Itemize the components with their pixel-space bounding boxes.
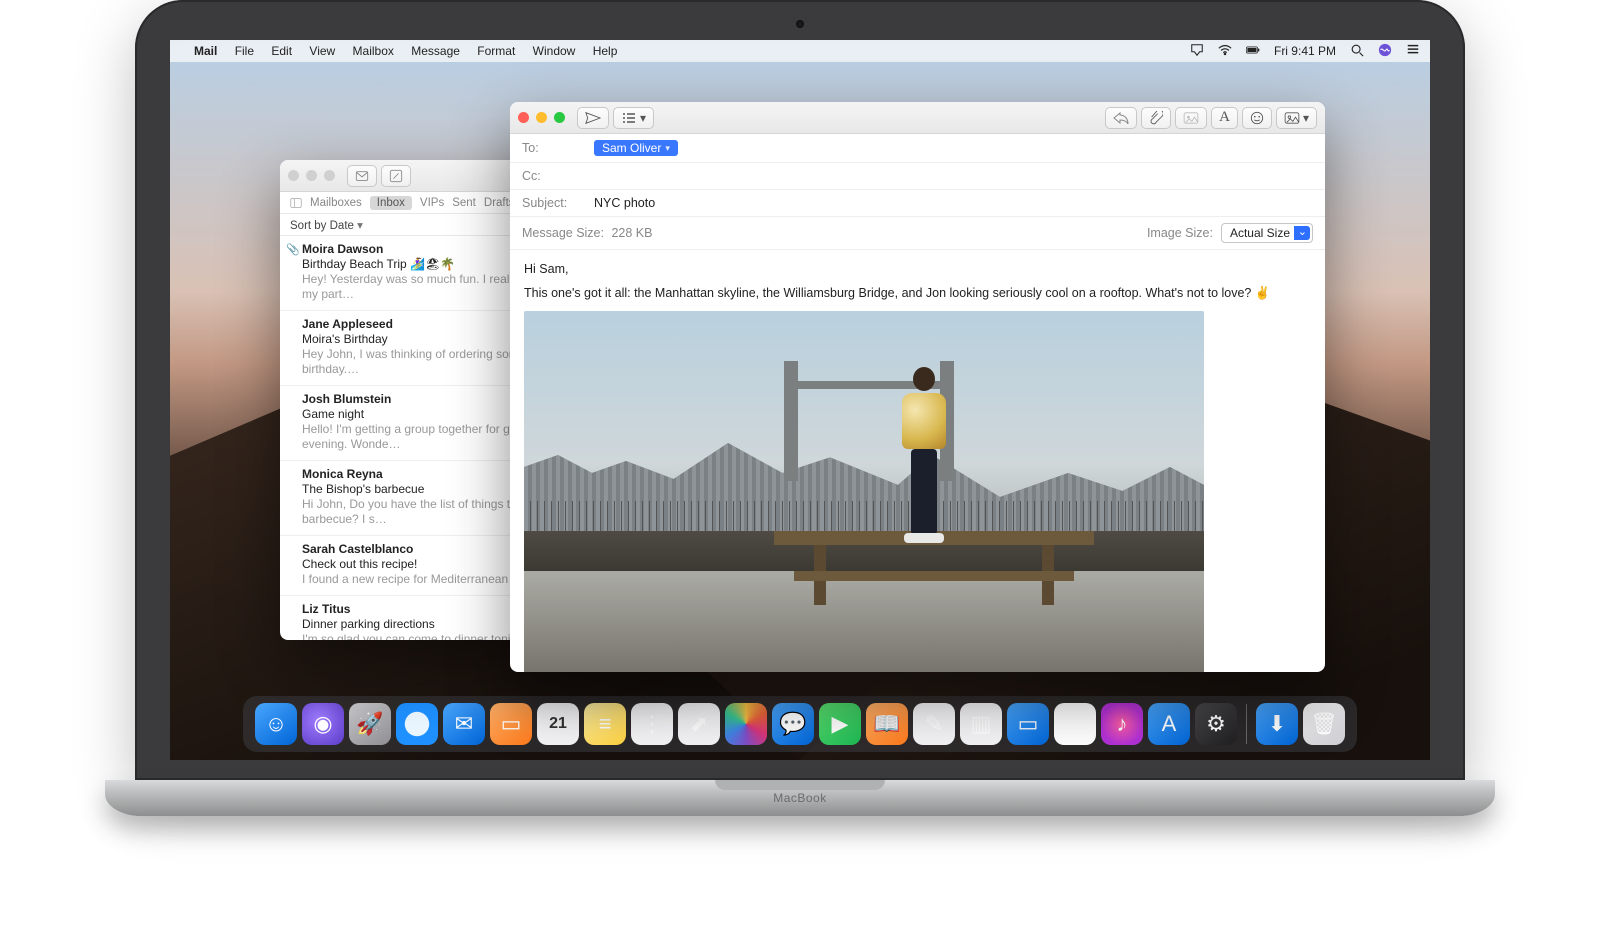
menubar-item[interactable]: Help [593,44,618,58]
compose-window[interactable]: ▾ A ▾ To: Sam Oliver [510,102,1325,672]
desktop[interactable]: Mail File Edit View Mailbox Message Form… [170,40,1430,760]
minimize-button[interactable] [306,170,317,181]
menubar-item[interactable]: Format [477,44,515,58]
dock-ibooks[interactable]: 📖 [866,703,908,745]
spotlight-icon[interactable] [1350,43,1364,60]
dock-downloads[interactable]: ⬇︎ [1256,703,1298,745]
menubar-menus: Mail File Edit View Mailbox Message Form… [194,44,631,58]
photo-railing [524,501,1204,531]
sidebar-toggle-icon[interactable] [290,197,302,209]
photo-browser-button[interactable]: ▾ [1276,107,1317,129]
compose-body[interactable]: Hi Sam, This one's got it all: the Manha… [510,250,1325,672]
attached-photo[interactable] [524,311,1204,672]
size-row: Message Size: 228 KB Image Size: Actual … [510,217,1325,250]
emoji-button[interactable] [1242,107,1272,129]
dock-trash[interactable]: 🗑 [1303,703,1345,745]
sort-dropdown[interactable]: Sort by Date [290,218,363,232]
siri-icon[interactable] [1378,43,1392,60]
dock-contacts[interactable]: ▭ [490,703,532,745]
attachment-icon: 📎 [286,243,300,256]
attach-button[interactable] [1141,107,1171,129]
dock-notes[interactable]: ≡ [584,703,626,745]
menubar-item[interactable]: Window [533,44,576,58]
notification-center-icon[interactable] [1406,43,1420,60]
close-button[interactable] [288,170,299,181]
dock-separator [1246,704,1247,744]
dock-siri[interactable]: ◉ [302,703,344,745]
format-button[interactable]: A [1211,107,1238,129]
menubar-clock[interactable]: Fri 9:41 PM [1274,44,1336,58]
mailbox-tab-vips[interactable]: VIPs [420,197,444,209]
message-size-value: 228 KB [611,226,652,240]
dock-reminders[interactable]: ⋮ [631,703,673,745]
mailboxes-label[interactable]: Mailboxes [310,197,362,209]
dock-safari[interactable] [396,703,438,745]
laptop-frame: Mail File Edit View Mailbox Message Form… [135,0,1465,820]
dock-launchpad[interactable]: 🚀 [349,703,391,745]
laptop-brand: MacBook [773,791,826,805]
subject-value[interactable]: NYC photo [594,196,655,210]
menubar: Mail File Edit View Mailbox Message Form… [170,40,1430,62]
dock: ☺◉🚀✉︎▭21≡⋮⬈💬▶📖✎▥▭N♪A⚙︎⬇︎🗑 [243,696,1357,752]
dock-messages[interactable]: 💬 [772,703,814,745]
image-size-label: Image Size: [1147,226,1213,240]
dock-maps[interactable]: ⬈ [678,703,720,745]
dock-mail[interactable]: ✉︎ [443,703,485,745]
menubar-app[interactable]: Mail [194,44,217,58]
zoom-button[interactable] [324,170,335,181]
body-line: This one's got it all: the Manhattan sky… [524,286,1311,301]
header-fields-button[interactable]: ▾ [613,107,654,129]
reply-button[interactable] [1105,107,1137,129]
subject-row[interactable]: Subject: NYC photo [510,190,1325,217]
image-size-value: Actual Size [1230,226,1290,240]
battery-icon[interactable] [1246,43,1260,60]
dock-itunes[interactable]: ♪ [1101,703,1143,745]
to-label: To: [522,141,584,155]
dock-keynote[interactable]: ▭ [1007,703,1049,745]
compose-button[interactable] [381,165,411,187]
markup-button[interactable] [1175,107,1207,129]
wifi-icon[interactable] [1218,43,1232,60]
image-size-select[interactable]: Actual Size [1221,223,1313,243]
dock-finder[interactable]: ☺ [255,703,297,745]
dock-facetime[interactable]: ▶ [819,703,861,745]
get-mail-button[interactable] [347,165,377,187]
dock-systempreferences[interactable]: ⚙︎ [1195,703,1237,745]
laptop-notch [715,780,885,790]
message-size-label: Message Size: [522,226,604,240]
laptop-base: MacBook [105,780,1495,816]
screen-bezel: Mail File Edit View Mailbox Message Form… [135,0,1465,780]
minimize-button[interactable] [536,112,547,123]
send-button[interactable] [577,107,609,129]
camera-icon [796,20,804,28]
body-greeting: Hi Sam, [524,262,1311,276]
dock-numbers[interactable]: ▥ [960,703,1002,745]
photo-person [894,367,954,547]
dock-photos[interactable] [725,703,767,745]
dock-pages[interactable]: ✎ [913,703,955,745]
dock-news[interactable]: N [1054,703,1096,745]
menubar-item[interactable]: Edit [271,44,292,58]
menubar-item[interactable]: View [309,44,335,58]
to-row[interactable]: To: Sam Oliver [510,134,1325,163]
mailbox-tab-inbox[interactable]: Inbox [370,196,412,210]
recipient-token[interactable]: Sam Oliver [594,140,678,156]
menubar-item[interactable]: Message [411,44,460,58]
menubar-item[interactable]: Mailbox [353,44,394,58]
titlebar[interactable]: ▾ A ▾ [510,102,1325,134]
zoom-button[interactable] [554,112,565,123]
mailbox-tab-sent[interactable]: Sent [452,197,476,209]
close-button[interactable] [518,112,529,123]
cc-row[interactable]: Cc: [510,163,1325,190]
dock-calendar[interactable]: 21 [537,703,579,745]
menubar-item[interactable]: File [235,44,254,58]
airplay-icon[interactable] [1190,43,1204,60]
traffic-lights [518,112,565,123]
traffic-lights [288,170,335,181]
dock-appstore[interactable]: A [1148,703,1190,745]
cc-label: Cc: [522,169,584,183]
subject-label: Subject: [522,196,584,210]
